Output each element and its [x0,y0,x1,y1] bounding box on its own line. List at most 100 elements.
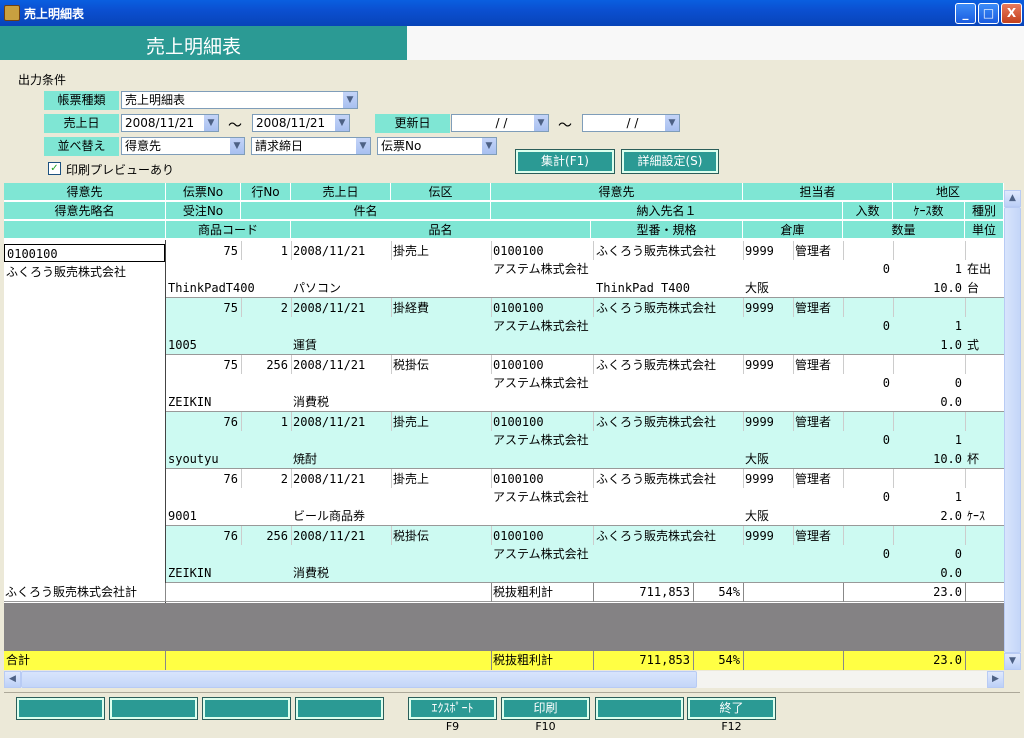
column-header[interactable]: 地区 [893,183,1004,201]
type [967,431,1004,449]
function-key-button[interactable] [16,697,105,720]
total-pct: 54% [718,653,740,667]
column-header[interactable]: 種別 [965,202,1004,220]
unit: 杯 [967,452,980,466]
detail-settings-button[interactable]: 詳細設定(S) [621,149,719,174]
customer-code-cell[interactable]: 0100100 [4,244,165,262]
quantity: 1.0 [940,338,962,352]
slip-no: 76 [223,472,238,486]
preview-checkbox[interactable]: ✓ [48,162,61,175]
column-header[interactable]: 入数 [843,202,893,220]
sort-key-2-select[interactable]: 請求締日 ▼ [251,137,371,155]
scroll-down-icon[interactable]: ▼ [1004,653,1021,670]
total-amount: 711,853 [639,653,690,667]
item-name: 焼酎 [293,452,318,466]
column-header[interactable]: 売上日 [291,183,391,201]
quantity: 0.0 [940,395,962,409]
irisu: 0 [882,433,890,447]
unit: 式 [967,338,980,352]
model: ThinkPad T400 [596,281,690,295]
window-title: 売上明細表 [24,7,85,21]
function-key-button[interactable]: 終了 [687,697,776,720]
column-header[interactable]: 伝区 [391,183,491,201]
sales-date-from[interactable]: 2008/11/21 ▼ [121,114,219,132]
updated-date-from[interactable]: / / ▼ [451,114,549,132]
warehouse: 大阪 [745,281,770,295]
column-header[interactable]: 行No [241,183,291,201]
cell-divider [793,355,794,374]
aggregate-button[interactable]: 集計(F1) [515,149,615,174]
app-icon [4,5,20,21]
column-header[interactable]: 受注No [166,202,241,220]
slip-no: 75 [223,358,238,372]
sales-date-to[interactable]: 2008/11/21 ▼ [252,114,350,132]
updated-date-to[interactable]: / / ▼ [582,114,680,132]
cell-divider [743,469,744,488]
column-header[interactable]: 件名 [241,202,491,220]
column-header[interactable]: 商品コード [166,221,291,239]
chevron-down-icon[interactable]: ▼ [229,138,244,154]
type [967,317,1004,335]
irisu: 0 [882,490,890,504]
cell-divider [291,355,292,374]
minimize-button[interactable]: _ [955,3,976,24]
function-key-button[interactable] [202,697,291,720]
function-key-button[interactable] [109,697,198,720]
horizontal-scrollbar[interactable]: ◀ ▶ [4,671,1004,688]
scroll-left-icon[interactable]: ◀ [4,671,21,688]
chevron-down-icon[interactable]: ▼ [664,115,679,131]
column-header[interactable]: 得意先略名 [4,202,166,220]
function-key-button[interactable]: ｴｸｽﾎﾟｰﾄ [408,697,497,720]
sales-date: 2008/11/21 [293,301,366,315]
hscroll-thumb[interactable] [21,671,697,688]
column-header[interactable]: 倉庫 [743,221,843,239]
sort-key-1-select[interactable]: 得意先 ▼ [121,137,245,155]
deliver-name: アステム株式会社 [493,433,589,447]
cell-divider [491,526,492,545]
function-key-button[interactable]: 印刷 [501,697,590,720]
scroll-thumb[interactable] [1004,207,1021,653]
cell-divider [843,526,844,545]
sort-label: 並べ替え [44,137,119,156]
close-button[interactable]: X [1001,3,1022,24]
maximize-button[interactable]: □ [978,3,999,24]
chevron-down-icon[interactable]: ▼ [342,92,357,108]
scroll-right-icon[interactable]: ▶ [987,671,1004,688]
column-header[interactable]: 担当者 [743,183,893,201]
cell-divider [893,241,894,260]
cell-divider [843,298,844,317]
column-header[interactable]: 伝票No [166,183,241,201]
column-header[interactable]: 単位 [965,221,1004,239]
column-header[interactable]: ｹｰｽ数 [893,202,965,220]
staff-code: 9999 [745,244,774,258]
unit: 台 [967,281,980,295]
chevron-down-icon[interactable]: ▼ [533,115,548,131]
chevron-down-icon[interactable]: ▼ [481,138,496,154]
updated-date-label: 更新日 [375,114,450,133]
deliver-name: アステム株式会社 [493,376,589,390]
chevron-down-icon[interactable]: ▼ [334,115,349,131]
column-header[interactable]: 品名 [291,221,591,239]
column-header[interactable]: 得意先 [4,183,166,201]
chevron-down-icon[interactable]: ▼ [355,138,370,154]
vertical-scrollbar[interactable]: ▲ ▼ [1004,190,1021,670]
unit: ｹｰｽ [967,509,986,523]
column-header[interactable]: 得意先 [491,183,743,201]
function-key-button[interactable] [595,697,684,720]
cell-divider [843,583,844,602]
chevron-down-icon[interactable]: ▼ [203,115,218,131]
column-header[interactable]: 納入先名１ [491,202,843,220]
cell-divider [965,583,966,602]
scroll-up-icon[interactable]: ▲ [1004,190,1021,207]
cell-divider [965,298,966,317]
cell-divider [593,412,594,431]
divider [4,692,1020,693]
sort-key-3-select[interactable]: 伝票No ▼ [377,137,497,155]
item-name: 消費税 [293,566,330,580]
function-key-button[interactable] [295,697,384,720]
deliver-name: アステム株式会社 [493,547,589,561]
report-type-select[interactable]: 売上明細表 ▼ [121,91,358,109]
cell-divider [843,412,844,431]
column-header[interactable]: 型番・規格 [591,221,743,239]
column-header[interactable]: 数量 [843,221,965,239]
